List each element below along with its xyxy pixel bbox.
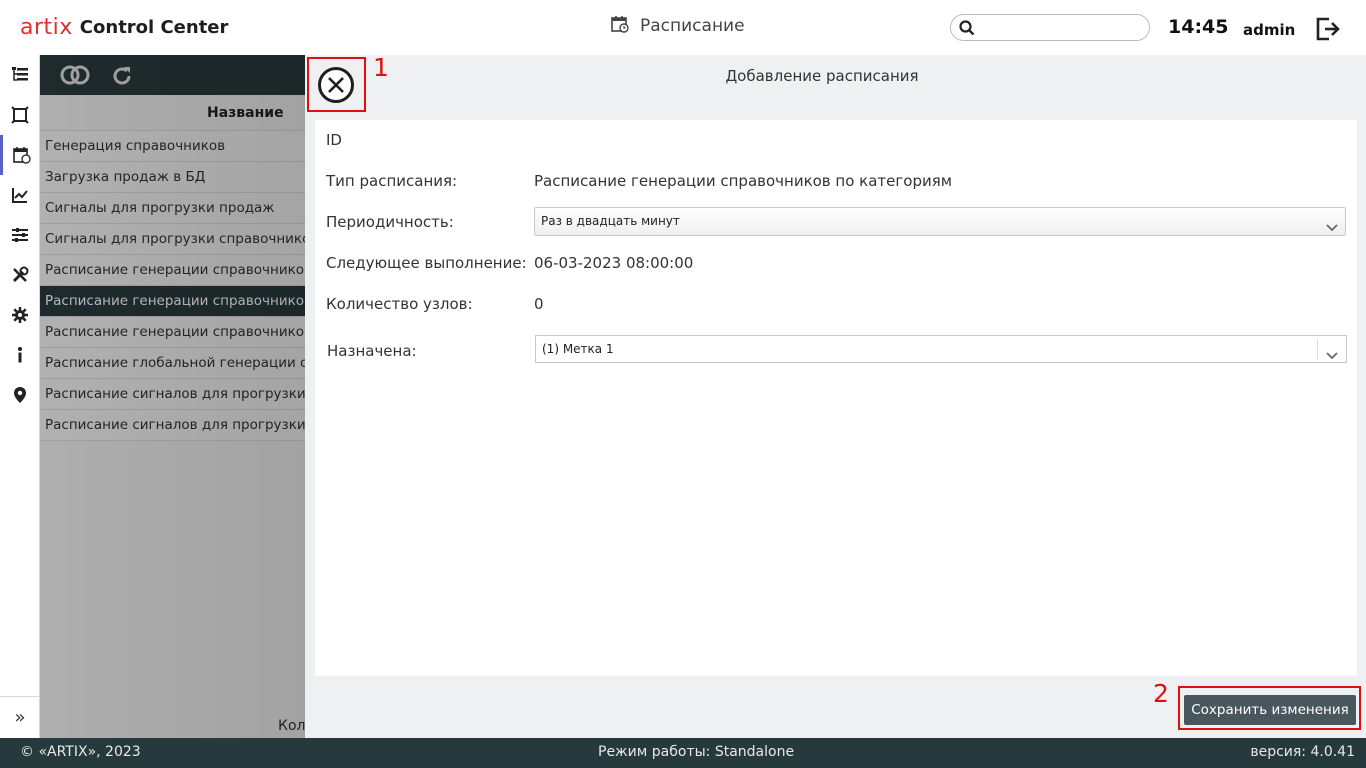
top-header: artix Control Center Расписание 14:45 ad… — [0, 0, 1366, 55]
status-footer: © «ARTIX», 2023 Режим работы: Standalone… — [0, 738, 1366, 768]
calendar-icon[interactable] — [0, 135, 40, 175]
list-item[interactable]: Расписание сигналов для прогрузки про — [40, 379, 305, 410]
list-toolbar — [40, 55, 305, 95]
list-item[interactable]: Сигналы для прогрузки продаж — [40, 193, 305, 224]
calendar-icon — [610, 14, 630, 38]
schedule-list-panel: Название Генерация справочников Загрузка… — [40, 55, 305, 738]
annotation-box-1 — [307, 57, 366, 112]
page-heading: Расписание — [610, 14, 745, 38]
list-column-header[interactable]: Название — [40, 95, 305, 131]
user-name[interactable]: admin — [1243, 21, 1295, 39]
tree-icon[interactable] — [0, 55, 40, 95]
location-icon[interactable] — [0, 375, 40, 415]
add-schedule-dialog: Добавление расписания 1 ID Тип расписани… — [305, 53, 1366, 738]
assigned-label: Назначена: — [327, 342, 417, 360]
nodes-count-label: Количество узлов: — [326, 295, 473, 313]
logout-icon[interactable] — [1315, 16, 1341, 46]
schedule-list: Генерация справочников Загрузка продаж в… — [40, 131, 305, 441]
periodicity-select[interactable]: Раз в двадцать минут — [534, 207, 1346, 236]
chevron-down-icon — [1325, 344, 1339, 370]
list-item[interactable]: Генерация справочников — [40, 131, 305, 162]
list-item[interactable]: Расписание генерации справочников для — [40, 255, 305, 286]
next-run-value: 06-03-2023 08:00:00 — [534, 254, 694, 272]
copyright-text: © «ARTIX», 2023 — [20, 744, 141, 760]
save-changes-button[interactable]: Сохранить изменения — [1184, 695, 1356, 725]
app-logo[interactable]: artix Control Center — [20, 12, 228, 42]
list-item[interactable]: Загрузка продаж в БД — [40, 162, 305, 193]
logo-text: artix — [20, 14, 73, 40]
list-item[interactable]: Сигналы для прогрузки справочников — [40, 224, 305, 255]
list-count-label: Кол — [278, 718, 305, 734]
annotation-label-2: 2 — [1153, 679, 1169, 708]
sliders-icon[interactable] — [0, 215, 40, 255]
info-icon[interactable] — [0, 335, 40, 375]
column-title: Название — [207, 105, 284, 121]
gear-icon[interactable] — [0, 295, 40, 335]
dialog-title: Добавление расписания — [725, 67, 919, 85]
expand-sidebar-button[interactable]: » — [0, 696, 40, 738]
tools-icon[interactable] — [0, 255, 40, 295]
chart-icon[interactable] — [0, 175, 40, 215]
app-name: Control Center — [79, 16, 229, 38]
list-item[interactable]: Расписание сигналов для прогрузки спр — [40, 410, 305, 441]
toggle-icon[interactable] — [60, 65, 90, 89]
assigned-select[interactable]: (1) Метка 1 — [535, 335, 1347, 363]
id-label: ID — [326, 131, 342, 149]
periodicity-value: Раз в двадцать минут — [541, 214, 680, 228]
list-item[interactable]: Расписание генерации справочников по — [40, 317, 305, 348]
list-item[interactable]: Расписание глобальной генерации справ — [40, 348, 305, 379]
next-run-label: Следующее выполнение: — [326, 254, 527, 272]
periodicity-label: Периодичность: — [326, 213, 454, 231]
version-text: версия: 4.0.41 — [1250, 744, 1355, 760]
work-mode-text: Режим работы: Standalone — [598, 744, 795, 760]
page-title: Расписание — [640, 16, 745, 36]
annotation-label-1: 1 — [373, 53, 389, 82]
schedule-type-value: Расписание генерации справочников по кат… — [534, 172, 953, 190]
search-icon — [959, 20, 975, 40]
dialog-form: ID Тип расписания: Расписание генерации … — [315, 120, 1357, 676]
schedule-type-label: Тип расписания: — [326, 172, 458, 190]
frame-icon[interactable] — [0, 95, 40, 135]
icon-rail: » — [0, 55, 40, 738]
refresh-icon[interactable] — [110, 64, 134, 92]
chevron-down-icon — [1325, 216, 1339, 243]
search-input[interactable] — [950, 14, 1150, 41]
clock: 14:45 — [1168, 16, 1229, 38]
assigned-value: (1) Метка 1 — [542, 342, 614, 356]
select-divider — [1317, 338, 1318, 360]
nodes-count-value: 0 — [534, 295, 544, 313]
list-item-selected[interactable]: Расписание генерации справочников по — [40, 286, 305, 317]
